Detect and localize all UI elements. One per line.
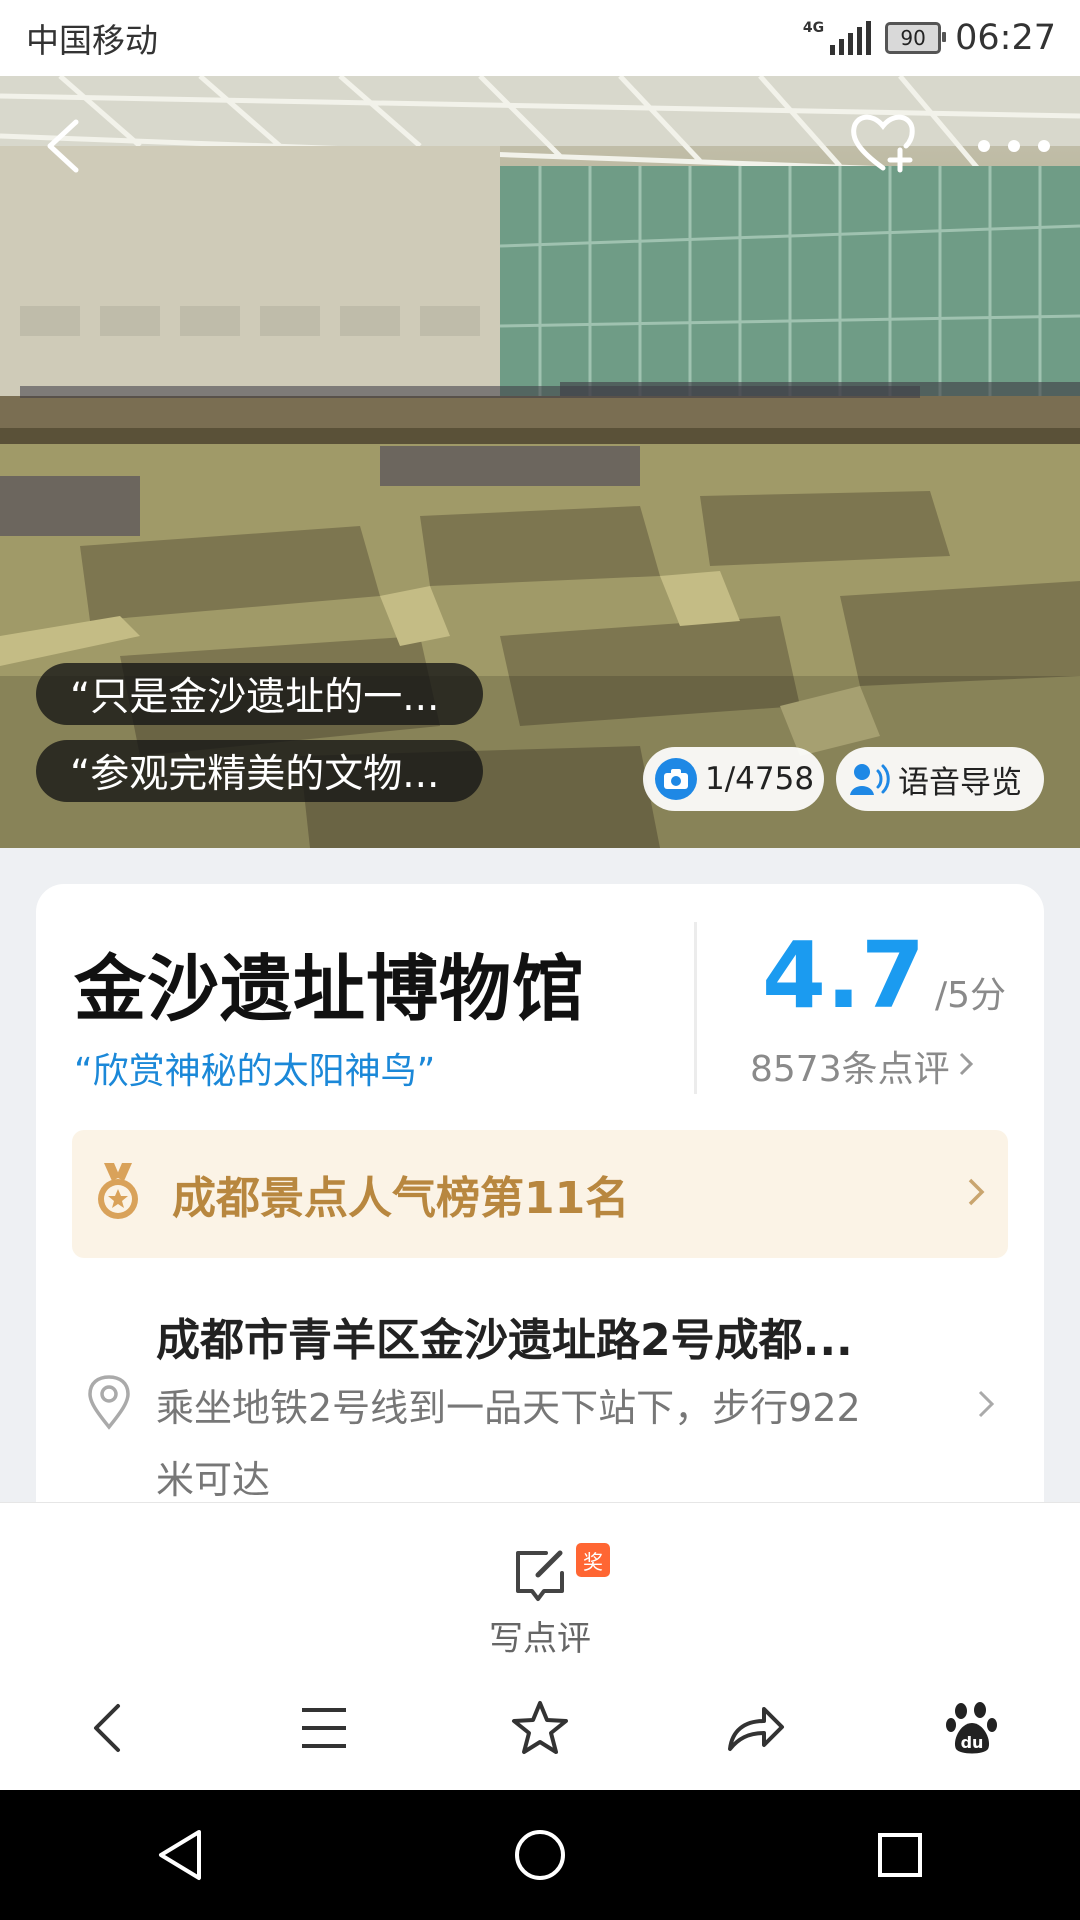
star-icon[interactable]: [495, 1683, 585, 1773]
status-bar: 中国移动 4G 90 06:27: [0, 0, 1080, 76]
attraction-title: 金沙遗址博物馆: [74, 947, 586, 1031]
battery-icon: 90: [885, 22, 947, 54]
location-pin-icon: [86, 1374, 132, 1434]
back-arrow-icon[interactable]: [40, 116, 90, 176]
more-dots-icon[interactable]: [974, 136, 1054, 156]
rating: 4.7 /5分: [762, 922, 1006, 1029]
browser-toolbar: du: [0, 1666, 1080, 1790]
ranking-banner[interactable]: 成都景点人气榜第11名: [72, 1130, 1008, 1258]
review-action-bar: 奖 写点评: [0, 1502, 1080, 1668]
rating-score: 4.7: [762, 922, 925, 1029]
review-count-link[interactable]: 8573条点评: [750, 1040, 974, 1092]
review-quote-1[interactable]: “只是金沙遗址的一...: [36, 663, 484, 725]
chevron-right-icon: [958, 1046, 974, 1087]
ranking-text: 成都景点人气榜第11名: [172, 1173, 630, 1224]
clock: 06:27: [955, 18, 1056, 58]
battery-level: 90: [900, 26, 926, 50]
transit-directions: 乘坐地铁2号线到一品天下站下，步行922米可达: [156, 1386, 861, 1502]
menu-icon[interactable]: [279, 1683, 369, 1773]
chevron-right-icon[interactable]: [976, 1386, 996, 1426]
medal-icon: [94, 1163, 142, 1225]
excavation-site-image: [0, 76, 1080, 848]
rating-unit: /5分: [934, 975, 1007, 1016]
carrier-name: 中国移动: [26, 21, 158, 60]
baidu-paw-icon[interactable]: du: [927, 1683, 1017, 1773]
write-review-label: 写点评: [489, 1619, 591, 1659]
attraction-info-card: 金沙遗址博物馆 “欣赏神秘的太阳神鸟” 4.7 /5分 8573条点评 成都景点…: [36, 884, 1044, 1524]
favorite-heart-plus-icon[interactable]: [848, 108, 918, 178]
network-type: 4G: [802, 20, 825, 36]
photo-counter: 1/4758: [705, 761, 815, 797]
voice-guide-label: 语音导览: [898, 764, 1022, 801]
photo-counter-button[interactable]: 1/4758: [643, 747, 824, 811]
signal-icon: 4G: [802, 20, 872, 55]
nav-back-icon[interactable]: [125, 1800, 235, 1910]
status-indicators: 4G 90 06:27: [803, 18, 1056, 58]
system-navigation-bar: [0, 1790, 1080, 1920]
back-icon[interactable]: [63, 1683, 153, 1773]
share-icon[interactable]: [711, 1683, 801, 1773]
voice-guide-button[interactable]: 语音导览: [836, 747, 1044, 811]
camera-icon: [655, 758, 697, 800]
hero-photo[interactable]: “只是金沙遗址的一... “参观完精美的文物... 1/4758 语音导览: [0, 76, 1080, 848]
nav-recents-icon[interactable]: [845, 1800, 955, 1910]
review-quote-2[interactable]: “参观完精美的文物...: [36, 740, 484, 802]
attraction-slogan: “欣赏神秘的太阳神鸟”: [74, 1051, 436, 1092]
headset-audio-icon: [850, 761, 890, 797]
edit-review-icon: [516, 1550, 564, 1601]
chevron-right-icon: [966, 1174, 986, 1214]
write-review-button[interactable]: 奖 写点评: [480, 1527, 610, 1659]
divider: [694, 922, 697, 1094]
review-count: 8573条点评: [750, 1049, 950, 1090]
reward-badge: 奖: [576, 1543, 610, 1577]
svg-text:du: du: [961, 1733, 984, 1752]
nav-home-icon[interactable]: [485, 1800, 595, 1910]
address[interactable]: 成都市青羊区金沙遗址路2号成都...: [156, 1304, 853, 1368]
